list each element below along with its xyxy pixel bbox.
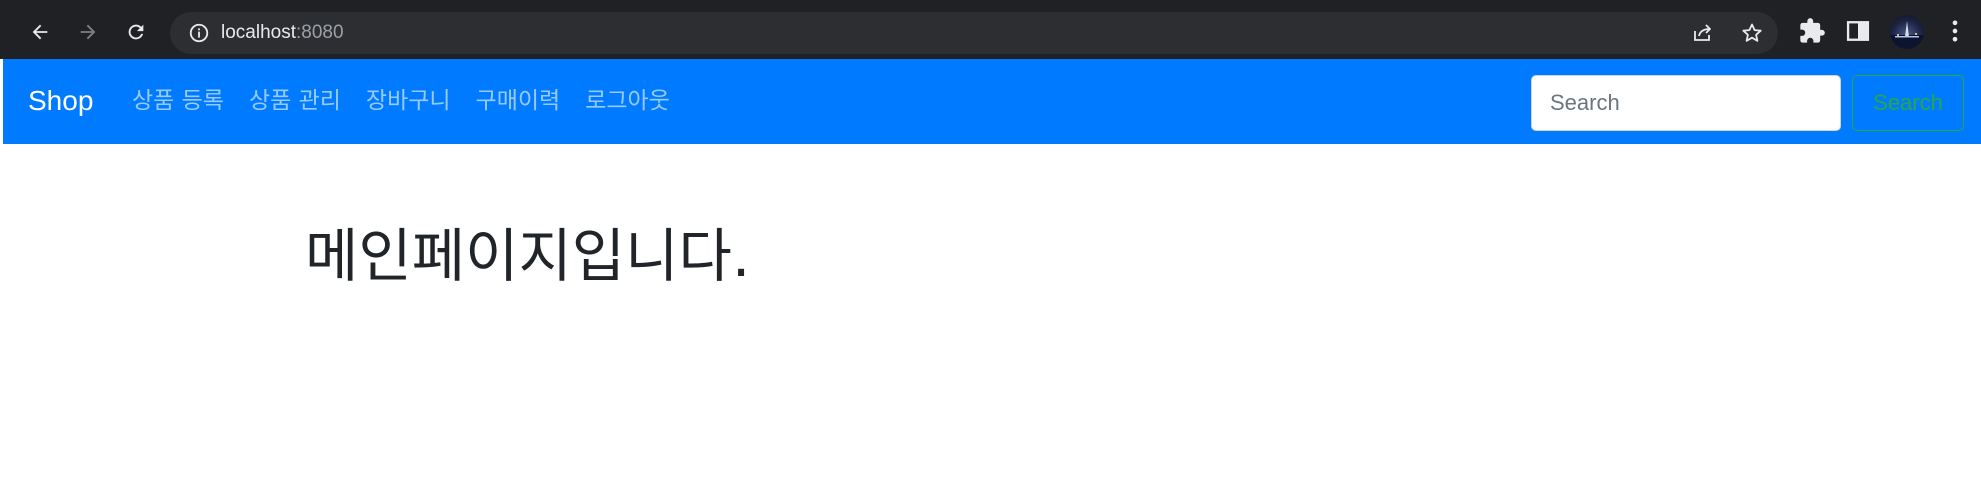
- avatar-image: [1890, 21, 1924, 49]
- nav-link-product-manage[interactable]: 상품 관리: [249, 86, 341, 116]
- puzzle-icon[interactable]: [1798, 17, 1826, 45]
- search-input[interactable]: [1531, 75, 1841, 131]
- url-host: localhost: [221, 22, 296, 43]
- navbar: Shop 상품 등록 상품 관리 장바구니 구매이력 로그아웃 Search: [3, 59, 1981, 144]
- back-button[interactable]: [22, 14, 58, 50]
- search-button[interactable]: Search: [1852, 75, 1964, 131]
- nav-link-logout[interactable]: 로그아웃: [585, 86, 670, 116]
- reload-icon: [128, 24, 144, 40]
- url-port: :8080: [296, 22, 344, 43]
- info-icon[interactable]: [188, 22, 210, 44]
- arrow-right-icon: [80, 24, 96, 40]
- page-title: 메인페이지입니다.: [305, 222, 751, 290]
- address-bar[interactable]: localhost:8080: [170, 12, 1778, 54]
- brand-link[interactable]: Shop: [28, 85, 93, 117]
- nav-link-product-register[interactable]: 상품 등록: [132, 86, 224, 116]
- nav-link-cart[interactable]: 장바구니: [366, 86, 451, 116]
- nav-links: 상품 등록 상품 관리 장바구니 구매이력 로그아웃: [132, 86, 695, 116]
- profile-avatar[interactable]: [1890, 15, 1924, 49]
- reload-button[interactable]: [118, 14, 154, 50]
- kebab-menu-icon[interactable]: [1941, 17, 1969, 45]
- side-panel-icon[interactable]: [1844, 17, 1872, 45]
- browser-toolbar: localhost:8080: [0, 0, 1981, 59]
- url-text: localhost:8080: [221, 21, 344, 45]
- nav-link-purchase-history[interactable]: 구매이력: [476, 86, 561, 116]
- share-icon[interactable]: [1691, 21, 1715, 45]
- arrow-left-icon: [32, 24, 48, 40]
- forward-button[interactable]: [70, 14, 106, 50]
- star-icon[interactable]: [1740, 21, 1764, 45]
